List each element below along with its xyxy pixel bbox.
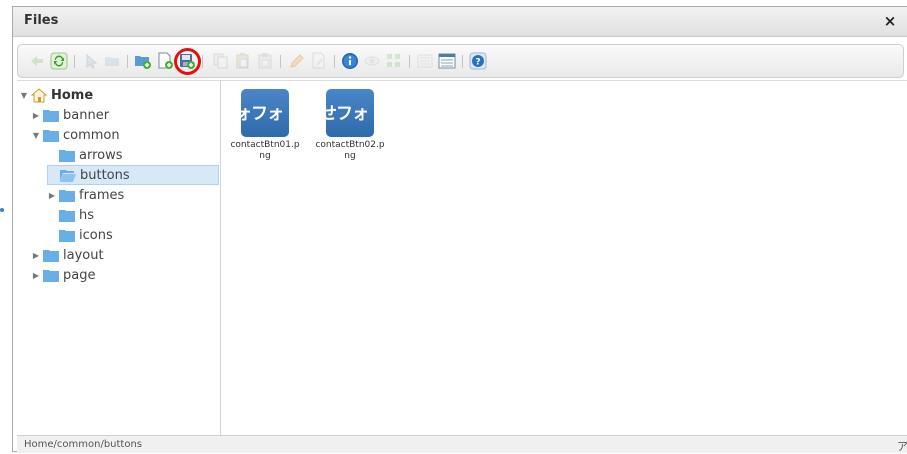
expand-arrow-icon[interactable]: ▶ [31,271,41,280]
reload-icon[interactable] [50,52,68,70]
expand-arrow-icon[interactable]: ▶ [31,251,41,260]
main-panel: ▼ Home ▶ banner ▼ common arrows buttons … [17,80,907,435]
tree-item-frames[interactable]: ▶ frames [47,185,124,205]
title-bar: Files × [13,7,907,37]
file-item[interactable]: ォフォ contactBtn01.p ng [223,89,307,162]
tree-item-page[interactable]: ▶ page [31,265,96,285]
back-icon[interactable] [28,52,46,70]
folder-icon [43,129,59,142]
tree-item-label: banner [63,107,110,123]
toolbar-separator [127,55,128,68]
status-bar: Home/common/buttons ア [17,435,907,453]
tree-item-home[interactable]: ▼ Home [19,85,93,105]
icons-view-icon[interactable] [385,52,403,70]
tree-item-label: frames [79,187,125,203]
expand-arrow-icon[interactable]: ▼ [19,91,29,100]
folder-icon [43,249,59,262]
expand-arrow-icon[interactable]: ▼ [31,131,41,140]
folder-icon [59,229,75,242]
folder-icon [43,109,59,122]
tree-item-label: icons [79,227,113,243]
info-icon[interactable] [341,52,359,70]
open-icon[interactable] [103,52,121,70]
tree-item-common[interactable]: ▼ common [31,125,120,145]
file-name: contactBtn02.p ng [315,140,385,161]
folder-icon [59,189,75,202]
tree-item-icons[interactable]: icons [47,225,113,245]
toolbar-separator [74,55,75,68]
toolbar-separator [280,55,281,68]
file-view: ォフォ contactBtn01.p ng せフォ contactBtn02.p… [222,81,907,435]
select-icon[interactable] [81,52,99,70]
tree-item-label: page [63,267,96,283]
folder-icon [59,149,75,162]
paste-icon[interactable] [256,52,274,70]
edge-marker [0,208,4,212]
edit-file-icon[interactable] [310,52,328,70]
tree-item-layout[interactable]: ▶ layout [31,245,104,265]
folder-icon [59,209,75,222]
tree-item-label: common [63,127,120,143]
home-icon [31,87,47,102]
tree-item-buttons[interactable]: buttons [47,165,219,185]
toolbar-separator [409,55,410,68]
file-thumbnail: ォフォ [241,89,289,137]
folder-open-icon [60,169,76,182]
tree-item-banner[interactable]: ▶ banner [31,105,109,125]
toolbar-separator [202,55,203,68]
current-path: Home/common/buttons [24,439,143,450]
tree-item-label: layout [63,247,104,263]
expand-arrow-icon[interactable]: ▶ [47,191,57,200]
file-thumbnail: せフォ [326,89,374,137]
tree-item-hs[interactable]: hs [47,205,94,225]
file-name: contactBtn01.p ng [230,140,300,161]
files-dialog: Files × ? ▼ Home ▶ banner ▼ common arrow… [12,6,907,453]
file-item[interactable]: せフォ contactBtn02.p ng [308,89,392,162]
cut-icon[interactable] [234,52,252,70]
thumbnail-text: ォフォ [241,104,284,124]
tree-item-label: buttons [80,167,130,183]
list-view-icon[interactable] [416,52,434,70]
highlight-circle [174,48,201,75]
toolbar-separator [334,55,335,68]
tree-item-label: arrows [79,147,123,163]
toolbar: ? [17,44,904,78]
tree-item-arrows[interactable]: arrows [47,145,123,165]
close-button[interactable]: × [881,12,899,30]
toolbar-separator [462,55,463,68]
preview-icon[interactable] [363,52,381,70]
folder-tree: ▼ Home ▶ banner ▼ common arrows buttons … [17,81,221,435]
tree-item-label: hs [79,207,95,223]
help-icon[interactable]: ? [469,52,487,70]
expand-arrow-icon[interactable]: ▶ [31,111,41,120]
details-view-icon[interactable] [438,52,456,70]
copy-icon[interactable] [212,52,230,70]
folder-icon [43,269,59,282]
thumbnail-text: せフォ [326,104,369,124]
tree-item-label: Home [51,87,94,103]
new-folder-icon[interactable] [134,52,152,70]
svg-text:?: ? [475,58,480,68]
window-title: Files [24,13,59,28]
new-file-icon[interactable] [156,52,174,70]
rename-icon[interactable] [288,52,306,70]
